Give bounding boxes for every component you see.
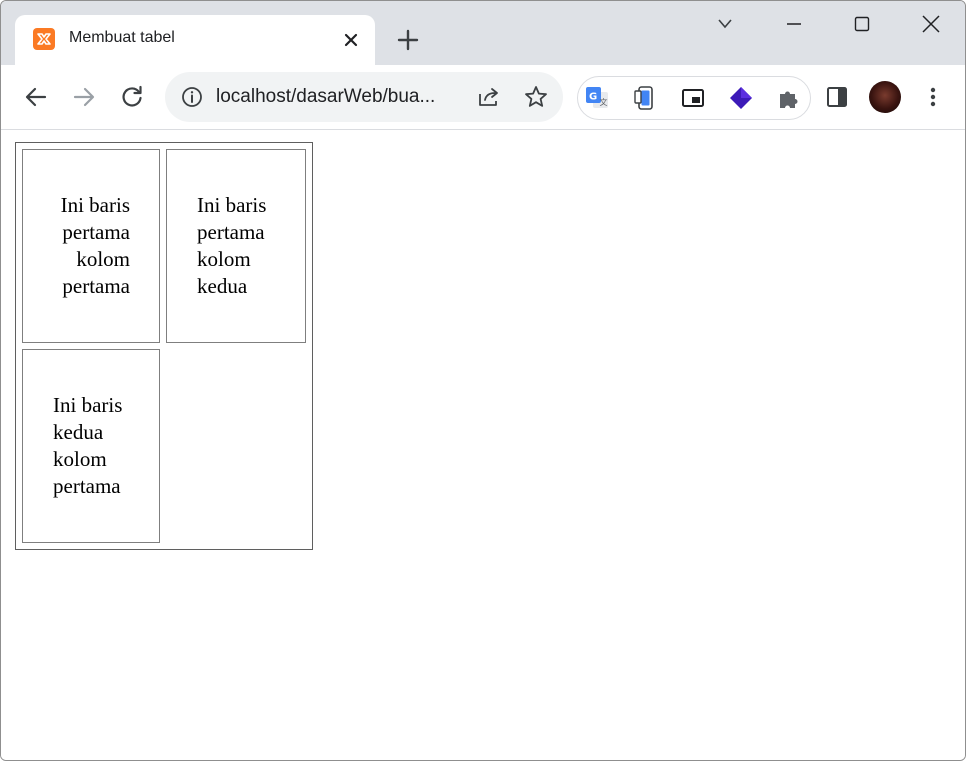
address-bar[interactable]: localhost/dasarWeb/bua... (165, 72, 563, 122)
avatar[interactable] (869, 81, 901, 113)
layers-icon[interactable] (728, 85, 754, 111)
cell-text: Ini baris kedua kolom pertama (53, 393, 123, 498)
tab-strip: Membuat tabel (1, 1, 965, 65)
table-cell: Ini baris pertama kolom pertama (22, 149, 160, 343)
table-cell: Ini baris pertama kolom kedua (166, 149, 306, 343)
device-icon[interactable] (632, 85, 658, 111)
extensions-group: G 文 (577, 76, 811, 120)
reload-icon[interactable] (118, 83, 146, 111)
cell-text: Ini baris pertama kolom pertama (60, 193, 130, 298)
browser-toolbar: localhost/dasarWeb/bua... G 文 (1, 65, 965, 130)
close-icon[interactable] (918, 11, 944, 37)
svg-text:文: 文 (600, 97, 608, 107)
tab-search-icon[interactable] (712, 11, 738, 37)
tab-title: Membuat tabel (69, 29, 175, 46)
data-table: Ini baris pertama kolom pertama Ini bari… (15, 142, 313, 550)
kebab-menu-icon[interactable] (919, 83, 947, 111)
cell-text: Ini baris pertama kolom kedua (197, 193, 267, 298)
arrow-right-icon[interactable] (70, 83, 98, 111)
tab-active[interactable]: Membuat tabel (15, 15, 375, 65)
side-panel-icon[interactable] (823, 83, 851, 111)
page-content: Ini baris pertama kolom pertama Ini bari… (1, 130, 965, 760)
info-icon[interactable] (180, 85, 204, 109)
star-icon[interactable] (523, 84, 549, 110)
table-row: Ini baris kedua kolom pertama (22, 349, 306, 543)
browser-window: Membuat tabel localhost/dasarWeb/bua... … (0, 0, 966, 761)
google-translate-icon[interactable]: G 文 (584, 85, 610, 111)
minimize-icon[interactable] (781, 11, 807, 37)
table-cell: Ini baris kedua kolom pertama (22, 349, 160, 543)
arrow-left-icon[interactable] (22, 83, 50, 111)
table-row: Ini baris pertama kolom pertama Ini bari… (22, 149, 306, 343)
xampp-icon (33, 28, 55, 50)
picture-in-picture-icon[interactable] (680, 85, 706, 111)
close-tab-icon[interactable] (341, 30, 361, 50)
url-text[interactable]: localhost/dasarWeb/bua... (216, 86, 435, 108)
plus-icon[interactable] (395, 27, 421, 53)
maximize-icon[interactable] (849, 11, 875, 37)
puzzle-icon[interactable] (776, 85, 802, 111)
share-icon[interactable] (476, 84, 502, 110)
svg-text:G: G (589, 92, 597, 103)
